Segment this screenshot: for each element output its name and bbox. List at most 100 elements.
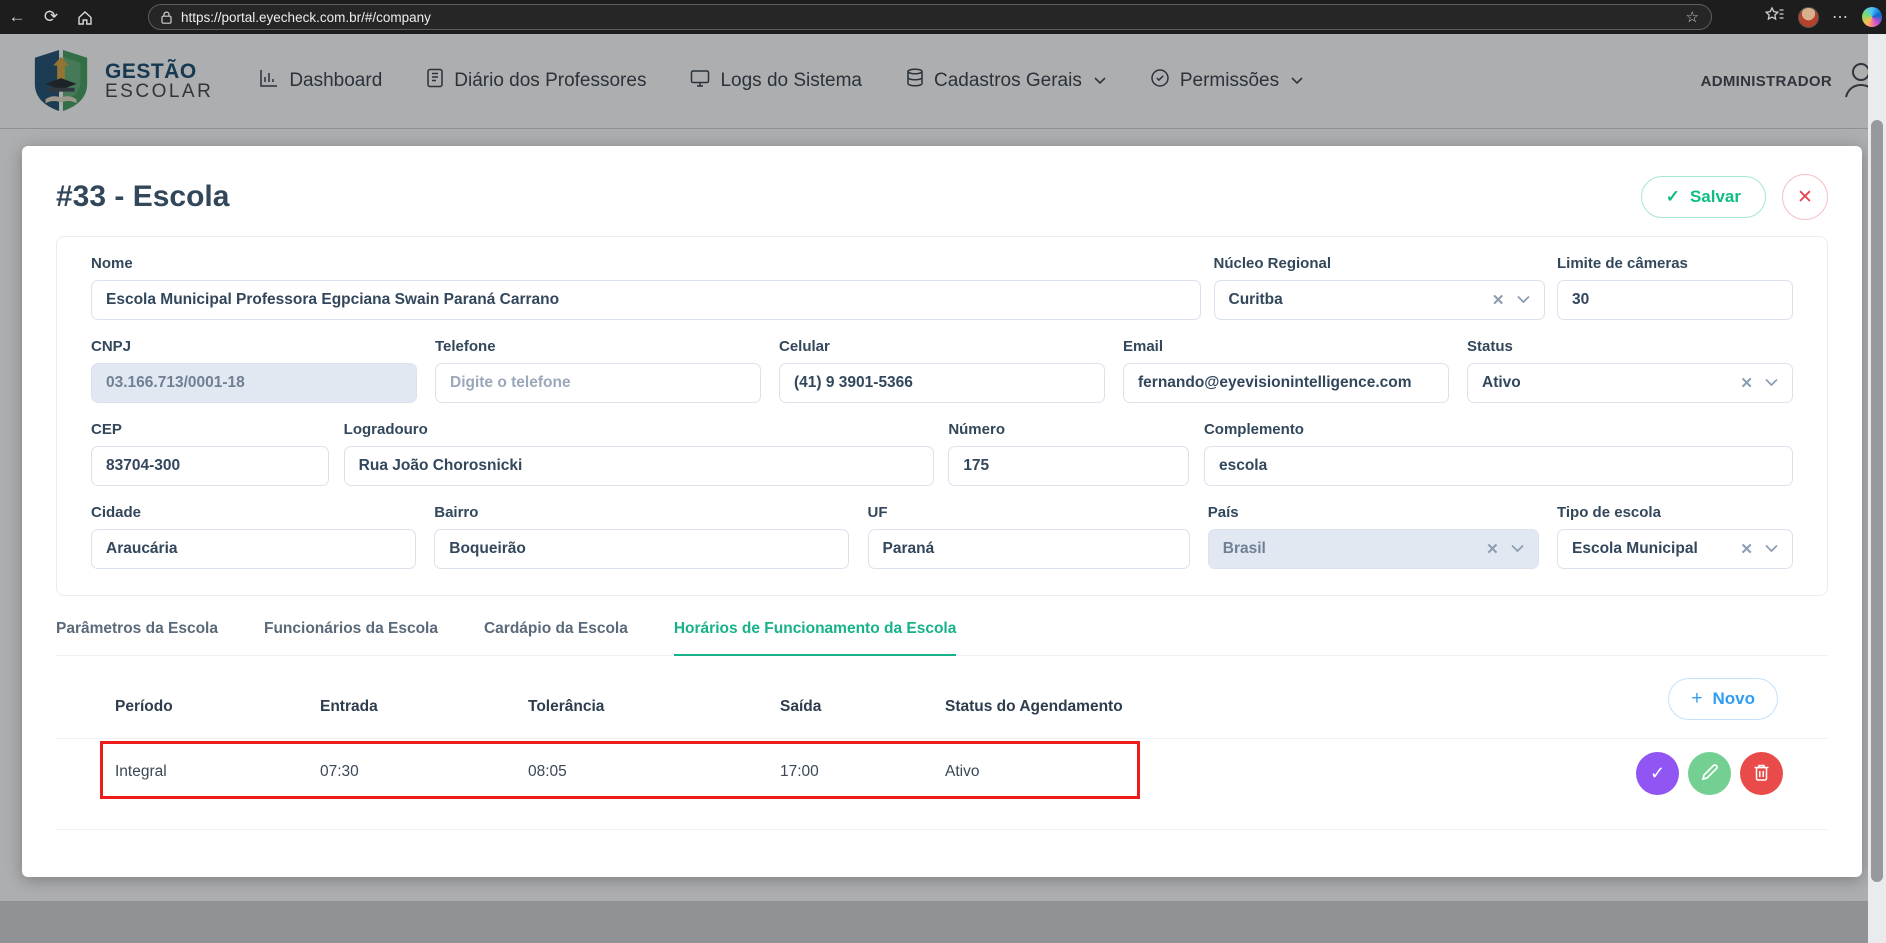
pais-label: País [1208,504,1539,521]
celular-label: Celular [779,338,1105,355]
cep-input[interactable] [91,446,329,486]
delete-row-button[interactable] [1740,752,1783,795]
select-icons: ✕ [1740,374,1778,392]
col-saida: Saída [780,698,821,716]
tipo-label: Tipo de escola [1557,504,1793,521]
form-row-2: CNPJ Telefone Celular Email Status [91,338,1793,403]
pais-value: Brasil [1223,540,1266,558]
schedule-row: Integral 07:30 08:05 17:00 Ativo ✓ [56,738,1828,830]
clear-icon[interactable]: ✕ [1740,540,1753,558]
chevron-down-icon[interactable] [1765,374,1778,392]
email-label: Email [1123,338,1449,355]
telefone-label: Telefone [435,338,761,355]
status-label: Status [1467,338,1793,355]
nome-input[interactable] [91,280,1201,320]
school-tabs: Parâmetros da Escola Funcionários da Esc… [56,620,1828,656]
nucleo-value: Curitba [1229,291,1283,309]
field-cep: CEP [91,421,329,486]
browser-profile-avatar[interactable] [1798,7,1819,28]
scrollbar-thumb[interactable] [1871,120,1883,882]
schedule-table-header: Período Entrada Tolerância Saída Status … [56,668,1828,738]
field-uf: UF [868,504,1190,569]
close-icon: ✕ [1797,186,1813,209]
field-nome: Nome [91,255,1201,320]
field-pais: País Brasil ✕ [1208,504,1539,569]
nucleo-select[interactable]: Curitba ✕ [1214,280,1545,320]
form-row-1: Nome Núcleo Regional Curitba ✕ [91,255,1793,320]
edit-row-button[interactable] [1688,752,1731,795]
col-status-agendamento: Status do Agendamento [945,698,1123,716]
tipo-select[interactable]: Escola Municipal ✕ [1557,529,1793,569]
numero-input[interactable] [948,446,1189,486]
select-icons: ✕ [1486,540,1524,558]
browser-toolbar: ← ⟳ https://portal.eyecheck.com.br/#/com… [0,0,1886,34]
col-tolerancia: Tolerância [528,698,604,716]
lock-icon [161,11,172,24]
back-icon[interactable]: ← [0,0,34,34]
col-entrada: Entrada [320,698,378,716]
check-icon: ✓ [1666,187,1680,207]
bairro-label: Bairro [434,504,849,521]
logradouro-input[interactable] [344,446,934,486]
pencil-icon [1700,763,1719,785]
limite-input[interactable] [1557,280,1793,320]
form-row-4: Cidade Bairro UF País Brasil ✕ [91,504,1793,569]
address-bar[interactable]: https://portal.eyecheck.com.br/#/company… [148,4,1712,30]
field-nucleo-regional: Núcleo Regional Curitba ✕ [1214,255,1545,320]
trash-icon [1753,763,1770,785]
status-select[interactable]: Ativo ✕ [1467,363,1793,403]
field-cidade: Cidade [91,504,416,569]
field-complemento: Complemento [1204,421,1793,486]
school-edit-modal: #33 - Escola ✓ Salvar ✕ Nome Núcleo Re [22,146,1862,877]
tab-cardapio-da-escola[interactable]: Cardápio da Escola [484,620,628,655]
logradouro-label: Logradouro [344,421,934,438]
uf-input[interactable] [868,529,1190,569]
scrollbar-track[interactable] [1868,34,1886,943]
novo-button-label: Novo [1713,689,1756,709]
copilot-icon[interactable] [1862,7,1882,27]
celular-input[interactable] [779,363,1105,403]
uf-label: UF [868,504,1190,521]
form-row-3: CEP Logradouro Número Complemento [91,421,1793,486]
field-email: Email [1123,338,1449,403]
refresh-icon[interactable]: ⟳ [34,0,68,34]
field-numero: Número [948,421,1189,486]
save-button[interactable]: ✓ Salvar [1641,176,1766,218]
field-logradouro: Logradouro [344,421,934,486]
close-button[interactable]: ✕ [1782,174,1828,220]
field-celular: Celular [779,338,1105,403]
chevron-down-icon[interactable] [1517,291,1530,309]
novo-button[interactable]: + Novo [1668,678,1778,720]
field-status: Status Ativo ✕ [1467,338,1793,403]
numero-label: Número [948,421,1189,438]
tab-funcionarios-da-escola[interactable]: Funcionários da Escola [264,620,438,655]
home-icon[interactable] [68,0,102,34]
clear-icon[interactable]: ✕ [1740,374,1753,392]
nucleo-label: Núcleo Regional [1214,255,1545,272]
email-input[interactable] [1123,363,1449,403]
chevron-down-icon[interactable] [1765,540,1778,558]
tab-parametros-da-escola[interactable]: Parâmetros da Escola [56,620,218,655]
limite-label: Limite de câmeras [1557,255,1793,272]
select-icons: ✕ [1492,291,1530,309]
telefone-input[interactable] [435,363,761,403]
schedule-table: Período Entrada Tolerância Saída Status … [56,668,1828,830]
url-text[interactable]: https://portal.eyecheck.com.br/#/company [181,10,1686,25]
tab-horarios-de-funcionamento[interactable]: Horários de Funcionamento da Escola [674,620,957,656]
browser-menu-icon[interactable]: ⋯ [1832,7,1849,27]
select-icons: ✕ [1740,540,1778,558]
complemento-input[interactable] [1204,446,1793,486]
field-tipo-de-escola: Tipo de escola Escola Municipal ✕ [1557,504,1793,569]
row-actions: ✓ [1636,752,1783,795]
modal-header-actions: ✓ Salvar ✕ [1641,174,1828,220]
favorites-icon[interactable] [1765,6,1785,29]
col-periodo: Período [115,698,173,716]
clear-icon[interactable]: ✕ [1492,291,1505,309]
field-limite-cameras: Limite de câmeras [1557,255,1793,320]
cidade-input[interactable] [91,529,416,569]
bookmark-star-icon[interactable]: ☆ [1686,8,1699,26]
school-form: Nome Núcleo Regional Curitba ✕ [56,236,1828,596]
chevron-down-icon [1511,540,1524,558]
bairro-input[interactable] [434,529,849,569]
confirm-row-button[interactable]: ✓ [1636,752,1679,795]
